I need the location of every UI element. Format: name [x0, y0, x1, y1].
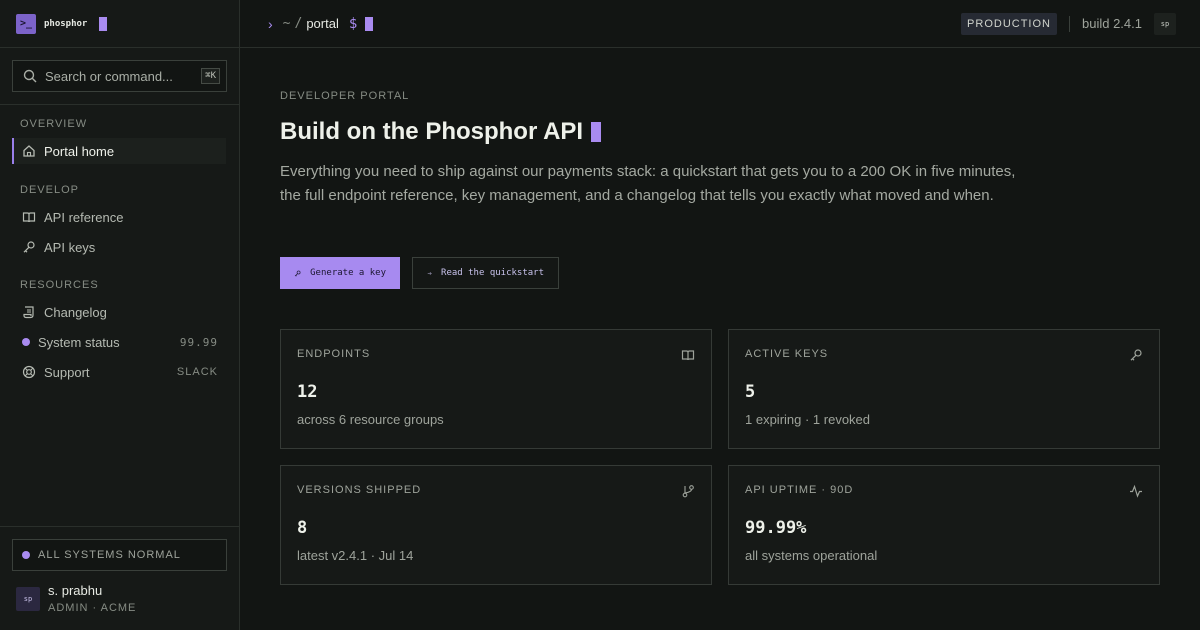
- stat-value: 8: [297, 518, 308, 538]
- stat-value: 5: [745, 382, 756, 402]
- build-version: build 2.4.1: [1082, 16, 1142, 31]
- stat-card-active-keys[interactable]: ACTIVE KEYS 5 1 expiring · 1 revoked: [728, 329, 1160, 449]
- user-role: ADMIN · ACME: [48, 602, 137, 614]
- breadcrumb: › ~ / portal $: [268, 15, 374, 32]
- sidebar-item-label: Portal home: [44, 143, 115, 159]
- sidebar-item-label: Support: [44, 364, 90, 380]
- sidebar-item-label: API reference: [44, 209, 124, 225]
- key-icon: [23, 241, 35, 253]
- button-label: Generate a key: [310, 268, 386, 278]
- generate-key-button[interactable]: Generate a key: [280, 257, 400, 289]
- support-channel: SLACK: [176, 366, 218, 378]
- prompt-symbol: $: [348, 15, 358, 32]
- page-description: Everything you need to ship against our …: [280, 163, 1016, 204]
- button-label: Read the quickstart: [441, 268, 544, 278]
- key-icon: [294, 270, 301, 276]
- environment-badge[interactable]: PRODUCTION: [961, 12, 1057, 35]
- cursor-caret: [591, 122, 602, 142]
- lifebuoy-icon: [22, 365, 36, 379]
- system-status-text: ALL SYSTEMS NORMAL: [38, 549, 181, 561]
- sidebar-item-label: API keys: [44, 239, 96, 255]
- stat-subtext: 1 expiring · 1 revoked: [745, 412, 871, 427]
- breadcrumb-separator: /: [294, 16, 303, 31]
- home-icon: [23, 145, 35, 157]
- stat-value: 99.99%: [745, 518, 807, 538]
- sidebar-item-system-status[interactable]: System status 99.99: [12, 329, 226, 355]
- terminal-logo-icon: >_: [16, 13, 36, 34]
- stat-subtext: across 6 resource groups: [297, 412, 444, 427]
- stat-label: VERSIONS SHIPPED: [297, 484, 422, 496]
- sidebar: >_ phosphor Search or command... ⌘K OVER…: [0, 0, 240, 630]
- stat-subtext: all systems operational: [745, 548, 878, 563]
- stat-label: ACTIVE KEYS: [745, 348, 829, 360]
- user-name: s. prabhu: [48, 583, 103, 598]
- avatar[interactable]: sp: [1154, 12, 1176, 35]
- cursor-caret: [365, 16, 374, 31]
- scroll-icon: [23, 306, 34, 319]
- status-dot-icon: [22, 338, 30, 346]
- nav-section-resources: RESOURCES: [20, 279, 99, 291]
- sidebar-item-label: Changelog: [44, 304, 107, 320]
- page-eyebrow: DEVELOPER PORTAL: [280, 90, 410, 102]
- sidebar-item-portal-home[interactable]: Portal home: [12, 138, 226, 164]
- breadcrumb-current: portal: [306, 16, 339, 31]
- avatar: sp: [16, 587, 40, 611]
- stat-subtext: latest v2.4.1 · Jul 14: [297, 548, 414, 563]
- status-dot-icon: [22, 551, 30, 559]
- sidebar-item-api-reference[interactable]: API reference: [12, 204, 226, 230]
- brand-name: phosphor: [44, 18, 88, 29]
- search-icon: [23, 69, 37, 83]
- search-shortcut: ⌘K: [201, 68, 220, 84]
- sidebar-item-label: System status: [38, 334, 120, 350]
- sidebar-footer: ALL SYSTEMS NORMAL sp s. prabhu ADMIN · …: [0, 526, 239, 630]
- cursor-caret: [99, 16, 108, 31]
- topbar: › ~ / portal $ PRODUCTION build 2.4.1 sp: [240, 0, 1200, 48]
- nav-section-overview: OVERVIEW: [20, 118, 88, 130]
- user-profile[interactable]: sp s. prabhu ADMIN · ACME: [16, 583, 136, 614]
- system-status-badge[interactable]: ALL SYSTEMS NORMAL: [12, 539, 227, 571]
- brand[interactable]: >_ phosphor: [0, 0, 239, 48]
- sidebar-item-changelog[interactable]: Changelog: [12, 299, 226, 325]
- page-title-text: Build on the Phosphor API: [280, 118, 584, 145]
- prompt-chevron-icon: ›: [268, 15, 273, 32]
- search-placeholder: Search or command...: [45, 68, 173, 84]
- stat-card-versions-shipped[interactable]: VERSIONS SHIPPED 8 latest v2.4.1 · Jul 1…: [280, 465, 712, 585]
- topbar-right: PRODUCTION build 2.4.1 sp: [961, 12, 1176, 35]
- stat-label: API UPTIME · 90D: [745, 484, 854, 496]
- user-info: s. prabhu ADMIN · ACME: [48, 583, 136, 614]
- sidebar-item-support[interactable]: Support SLACK: [12, 359, 226, 385]
- stat-card-endpoints[interactable]: ENDPOINTS 12 across 6 resource groups: [280, 329, 712, 449]
- divider: [1069, 15, 1070, 32]
- read-quickstart-button[interactable]: Read the quickstart: [412, 257, 559, 289]
- sidebar-item-api-keys[interactable]: API keys: [12, 234, 226, 260]
- search-area: Search or command... ⌘K: [0, 48, 239, 105]
- key-icon: [1130, 349, 1142, 361]
- stat-value: 12: [297, 382, 318, 402]
- stat-card-api-uptime[interactable]: API UPTIME · 90D 99.99% all systems oper…: [728, 465, 1160, 585]
- nav-section-develop: DEVELOP: [20, 184, 79, 196]
- search-input[interactable]: Search or command... ⌘K: [12, 60, 227, 92]
- book-icon: [22, 212, 36, 223]
- page-title: Build on the Phosphor API: [280, 118, 602, 146]
- pulse-icon: [1130, 484, 1142, 498]
- book-icon: [681, 350, 695, 361]
- stat-label: ENDPOINTS: [297, 348, 371, 360]
- uptime-value: 99.99: [179, 335, 218, 349]
- branch-icon: [682, 485, 694, 498]
- arrow-right-icon: [427, 271, 432, 275]
- breadcrumb-home[interactable]: ~: [283, 16, 291, 31]
